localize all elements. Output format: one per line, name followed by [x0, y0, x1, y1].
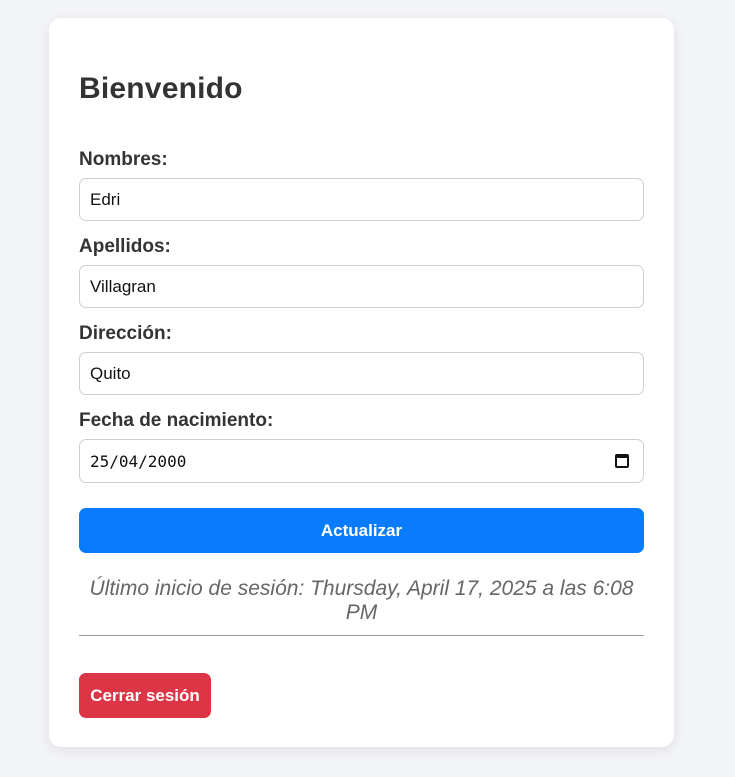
fecha-nacimiento-value: 25/04/2000 — [90, 451, 187, 471]
nombres-input[interactable]: Edri — [79, 178, 644, 221]
page-title: Bienvenido — [79, 72, 243, 105]
last-login-line-1: Último inicio de sesión: Thursday, April… — [89, 577, 634, 600]
apellidos-input[interactable]: Villagran — [79, 265, 644, 308]
apellidos-label: Apellidos: — [79, 236, 171, 257]
divider — [79, 635, 644, 636]
last-login-line-2: PM — [345, 601, 378, 624]
cerrar-sesion-button[interactable]: Cerrar sesión — [79, 673, 211, 718]
direccion-value: Quito — [90, 363, 131, 383]
calendar-icon[interactable] — [615, 454, 629, 468]
profile-card: Bienvenido Nombres: Edri Apellidos: Vill… — [49, 18, 674, 747]
nombres-label: Nombres: — [79, 149, 168, 170]
actualizar-button[interactable]: Actualizar — [79, 508, 644, 553]
fecha-nacimiento-input[interactable]: 25/04/2000 — [79, 439, 644, 483]
last-login-text: Último inicio de sesión: Thursday, April… — [79, 577, 644, 625]
apellidos-value: Villagran — [90, 276, 156, 296]
fecha-nacimiento-label: Fecha de nacimiento: — [79, 410, 274, 431]
nombres-value: Edri — [90, 189, 121, 209]
direccion-input[interactable]: Quito — [79, 352, 644, 395]
direccion-label: Dirección: — [79, 323, 172, 344]
